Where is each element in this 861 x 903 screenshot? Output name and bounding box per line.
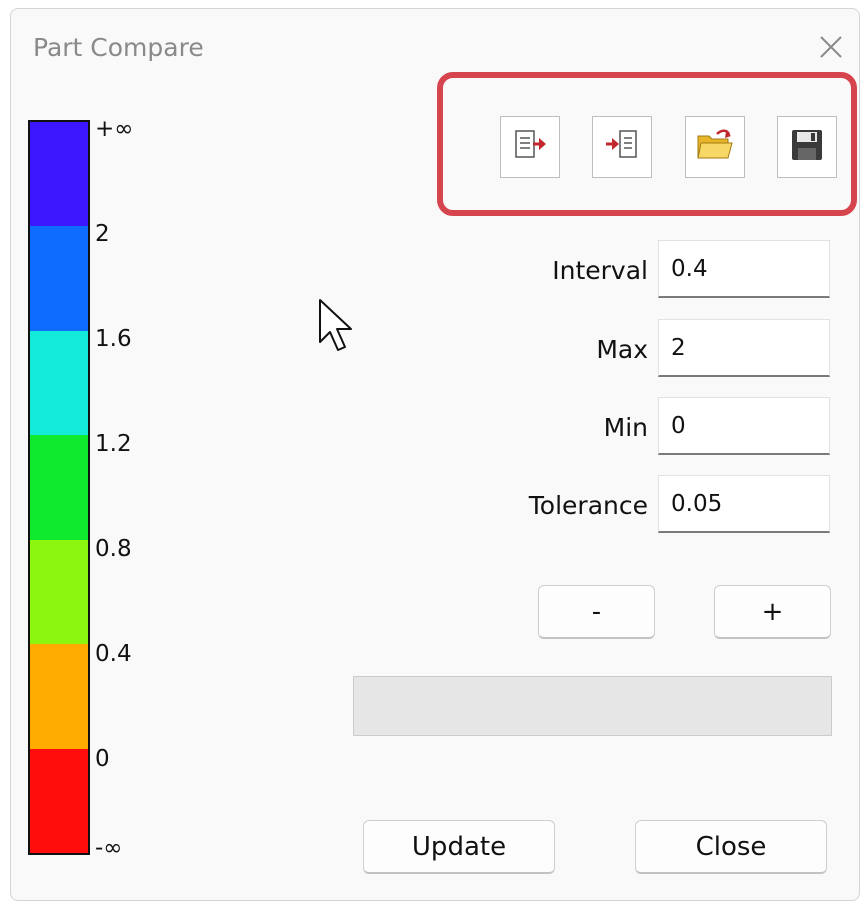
interval-label: Interval: [552, 256, 648, 285]
color-scale-legend: [28, 120, 90, 855]
legend-label: +∞: [95, 116, 134, 142]
close-icon[interactable]: [813, 29, 849, 65]
increment-button[interactable]: +: [714, 585, 831, 639]
tolerance-input[interactable]: 0.05: [658, 475, 830, 533]
save-button[interactable]: [777, 116, 837, 178]
close-button[interactable]: Close: [635, 820, 827, 874]
mouse-pointer-icon: [318, 298, 358, 358]
save-icon: [789, 127, 825, 167]
legend-label: 0: [95, 746, 110, 772]
legend-band: [30, 226, 88, 332]
update-button[interactable]: Update: [363, 820, 555, 874]
window-title: Part Compare: [33, 33, 204, 62]
legend-label: 0.8: [95, 536, 132, 562]
open-button[interactable]: [685, 116, 745, 178]
import-button[interactable]: [592, 116, 652, 178]
tolerance-label: Tolerance: [528, 491, 648, 520]
legend-label: 1.2: [95, 431, 132, 457]
legend-label: 0.4: [95, 641, 132, 667]
legend-label: 2: [95, 221, 110, 247]
legend-band: [30, 122, 88, 227]
min-label: Min: [603, 413, 648, 442]
legend-label: 1.6: [95, 326, 132, 352]
decrement-button[interactable]: -: [538, 585, 655, 639]
legend-band: [30, 748, 88, 854]
export-icon: [511, 126, 549, 168]
max-input[interactable]: 2: [658, 319, 830, 377]
progress-bar: [353, 676, 832, 736]
max-label: Max: [596, 335, 648, 364]
export-button[interactable]: [500, 116, 560, 178]
import-icon: [603, 126, 641, 168]
min-input[interactable]: 0: [658, 397, 830, 455]
legend-band: [30, 644, 88, 750]
legend-label: -∞: [95, 835, 123, 861]
legend-band: [30, 435, 88, 541]
interval-input[interactable]: 0.4: [658, 240, 830, 298]
open-folder-icon: [695, 126, 735, 168]
toolbar-highlight: [437, 72, 857, 216]
legend-band: [30, 539, 88, 645]
legend-band: [30, 330, 88, 436]
